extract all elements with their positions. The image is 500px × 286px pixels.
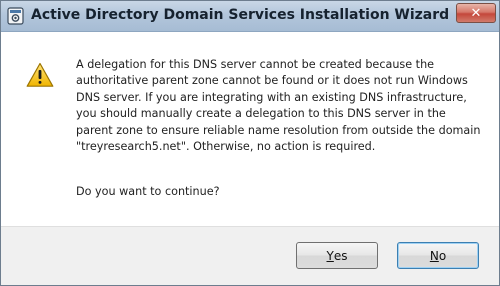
title-bar[interactable]: Active Directory Domain Services Install… <box>1 1 499 32</box>
close-button[interactable]: ✕ <box>456 3 496 23</box>
yes-button[interactable]: Yes <box>296 242 378 269</box>
yes-label: es <box>333 248 348 263</box>
installation-wizard-dialog: Active Directory Domain Services Install… <box>0 0 500 286</box>
warning-message: A delegation for this DNS server cannot … <box>76 58 481 154</box>
continue-question: Do you want to continue? <box>76 185 220 198</box>
yes-accelerator: Y <box>326 248 334 263</box>
window-title: Active Directory Domain Services Install… <box>31 7 450 23</box>
button-bar: Yes No <box>1 226 499 285</box>
no-label: o <box>438 248 447 263</box>
dialog-content: A delegation for this DNS server cannot … <box>1 32 499 226</box>
no-accelerator: N <box>429 248 439 263</box>
adds-wizard-icon <box>7 7 24 25</box>
warning-icon <box>26 62 54 88</box>
close-icon: ✕ <box>470 5 482 21</box>
no-button[interactable]: No <box>397 242 479 269</box>
